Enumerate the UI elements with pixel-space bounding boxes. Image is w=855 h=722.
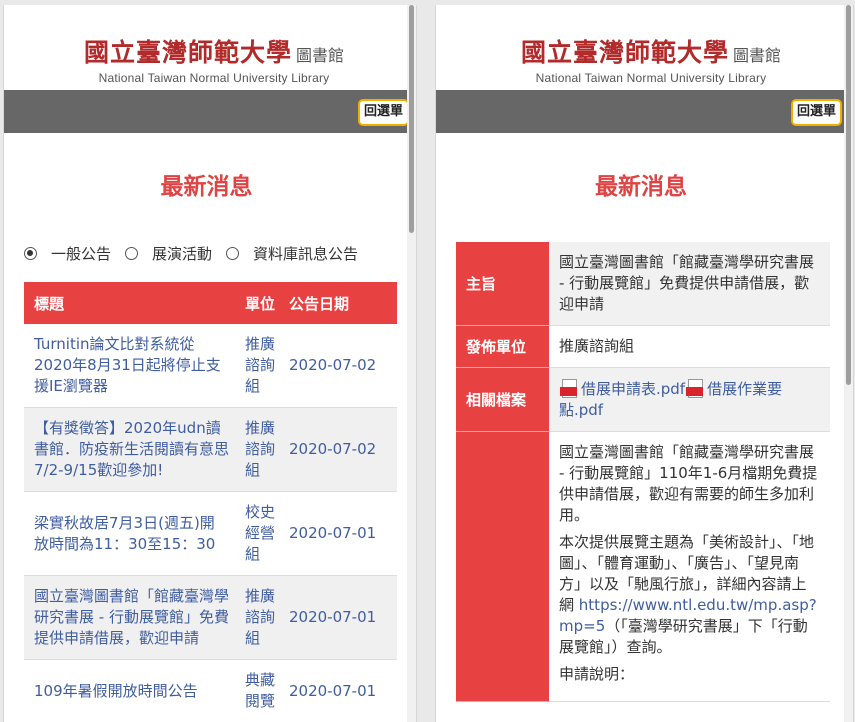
library-logo[interactable]: 國立臺灣師範大學 圖書館 National Taiwan Normal Unive… (84, 33, 344, 85)
detail-row-unit: 發佈單位 推廣諮詢組 (456, 325, 830, 368)
filter-label: 資料庫訊息公告 (253, 245, 359, 263)
menu-bar: 回選單 (436, 90, 846, 133)
scrollbar-thumb[interactable] (409, 5, 414, 233)
news-unit: 推廣諮詢組 (239, 407, 283, 492)
header-title: 標題 (24, 282, 239, 324)
scrollbar[interactable] (407, 5, 416, 722)
detail-row-subject: 主旨 國立臺灣圖書館「館藏臺灣學研究書展 - 行動展覽館」免費提供申請借展，歡迎… (456, 242, 830, 326)
left-phone-view: 國立臺灣師範大學 圖書館 National Taiwan Normal Unive… (3, 5, 417, 722)
news-table: 標題 單位 公告日期 Turnitin論文比對系統從2020年8月31日起將停止… (24, 282, 397, 722)
subject-value: 國立臺灣圖書館「館藏臺灣學研究書展 - 行動展覽館」免費提供申請借展，歡迎申請 (549, 242, 830, 326)
news-date: 2020-07-01 (283, 659, 397, 722)
page-title: 最新消息 (160, 174, 253, 200)
pdf-icon (685, 378, 707, 400)
table-row: 【有獎徵答】2020年udn讀書館．防疫新生活閱讀有意思7/2-9/15歡迎參加… (24, 407, 397, 492)
news-title-link[interactable]: 109年暑假開放時間公告 (24, 659, 239, 722)
logo-university-name: 國立臺灣師範大學 (521, 38, 730, 67)
body-paragraph-1: 國立臺灣圖書館「館藏臺灣學研究書展 - 行動展覽館」110年1-6月檔期免費提供… (559, 443, 818, 524)
radio-unchecked-icon[interactable] (226, 247, 240, 260)
scrollbar-thumb[interactable] (846, 5, 851, 385)
radio-checked-icon[interactable] (24, 247, 37, 260)
menu-button[interactable]: 回選單 (790, 99, 842, 126)
label-unit: 發佈單位 (456, 325, 549, 368)
file-link-application[interactable]: 借展申請表.pdf (581, 380, 685, 398)
filter-database[interactable]: 資料庫訊息公告 (226, 243, 358, 264)
radio-unchecked-icon[interactable] (125, 247, 139, 260)
logo-university-name: 國立臺灣師範大學 (84, 38, 293, 67)
news-date: 2020-07-02 (283, 407, 397, 492)
label-body (456, 431, 549, 702)
header-unit: 單位 (239, 282, 283, 324)
scrollbar[interactable] (844, 5, 853, 722)
logo-english-name: National Taiwan Normal University Librar… (535, 71, 767, 85)
menu-bar: 回選單 (4, 90, 409, 133)
header-date: 公告日期 (283, 282, 397, 324)
label-subject: 主旨 (456, 242, 549, 326)
news-title-link[interactable]: 【有獎徵答】2020年udn讀書館．防疫新生活閱讀有意思7/2-9/15歡迎參加… (24, 407, 239, 492)
table-row: Turnitin論文比對系統從2020年8月31日起將停止支援IE瀏覽器 推廣諮… (24, 324, 397, 408)
page-title: 最新消息 (595, 174, 687, 200)
news-unit: 推廣諮詢組 (239, 324, 283, 408)
news-detail-table: 主旨 國立臺灣圖書館「館藏臺灣學研究書展 - 行動展覽館」免費提供申請借展，歡迎… (456, 242, 830, 702)
news-date: 2020-07-02 (283, 324, 397, 408)
news-date: 2020-07-01 (283, 491, 397, 576)
filter-label: 展演活動 (152, 245, 213, 263)
files-value: 借展申請表.pdf 借展作業要點.pdf (549, 367, 830, 432)
news-unit: 典藏閱覽 (239, 659, 283, 722)
table-row: 國立臺灣圖書館「館藏臺灣學研究書展 - 行動展覽館」免費提供申請借展，歡迎申請 … (24, 575, 397, 660)
stage: 國立臺灣師範大學 圖書館 National Taiwan Normal Unive… (0, 0, 855, 722)
news-title-link[interactable]: Turnitin論文比對系統從2020年8月31日起將停止支援IE瀏覽器 (24, 324, 239, 408)
table-row: 109年暑假開放時間公告 典藏閱覽 2020-07-01 (24, 659, 397, 722)
label-files: 相關檔案 (456, 367, 549, 432)
category-filter: 一般公告 展演活動 資料庫訊息公告 (24, 243, 372, 264)
unit-value: 推廣諮詢組 (549, 325, 830, 368)
filter-exhibition[interactable]: 展演活動 (125, 243, 212, 264)
right-phone-view: 國立臺灣師範大學 圖書館 National Taiwan Normal Unive… (435, 5, 854, 722)
news-title-link[interactable]: 國立臺灣圖書館「館藏臺灣學研究書展 - 行動展覽館」免費提供申請借展，歡迎申請 (24, 575, 239, 660)
logo-library-label: 圖書館 (296, 46, 345, 65)
detail-row-files: 相關檔案 借展申請表.pdf 借展作業要點.pdf (456, 367, 830, 432)
library-logo[interactable]: 國立臺灣師範大學 圖書館 National Taiwan Normal Unive… (521, 33, 781, 85)
table-row: 梁實秋故居7月3日(週五)開放時間為11：30至15：30 校史經營組 2020… (24, 491, 397, 576)
news-date: 2020-07-01 (283, 575, 397, 660)
table-header-row: 標題 單位 公告日期 (24, 282, 397, 324)
logo-library-label: 圖書館 (733, 46, 782, 65)
menu-button[interactable]: 回選單 (357, 99, 409, 126)
news-title-link[interactable]: 梁實秋故居7月3日(週五)開放時間為11：30至15：30 (24, 491, 239, 576)
news-unit: 校史經營組 (239, 491, 283, 576)
body-value: 國立臺灣圖書館「館藏臺灣學研究書展 - 行動展覽館」110年1-6月檔期免費提供… (549, 431, 830, 702)
news-unit: 推廣諮詢組 (239, 575, 283, 660)
body-paragraph-2: 本次提供展覽主題為「美術設計」、「地圖」、「體育運動」、「廣告」、「望見南方」以… (559, 533, 817, 656)
detail-row-body: 國立臺灣圖書館「館藏臺灣學研究書展 - 行動展覽館」110年1-6月檔期免費提供… (456, 431, 830, 702)
filter-label: 一般公告 (51, 245, 112, 263)
body-paragraph-3: 申請說明： (559, 665, 635, 683)
pdf-icon (559, 378, 581, 400)
logo-english-name: National Taiwan Normal University Librar… (98, 71, 330, 85)
filter-general[interactable]: 一般公告 (24, 243, 111, 264)
